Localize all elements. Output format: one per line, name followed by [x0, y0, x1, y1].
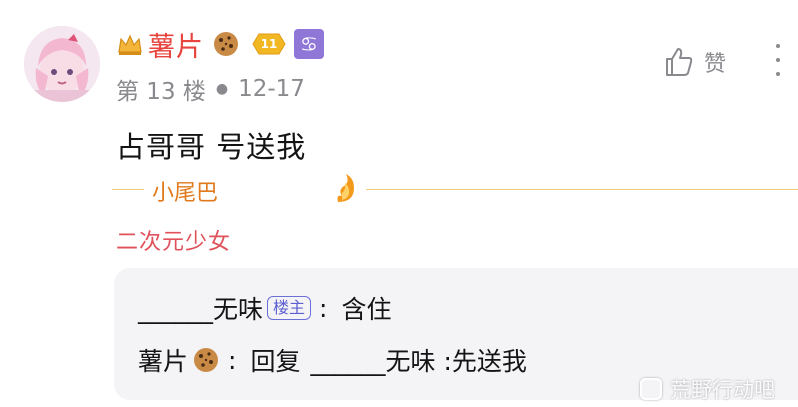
post-content: 占哥哥 号送我	[116, 130, 307, 164]
level-badge: 11	[252, 33, 286, 55]
more-options-icon[interactable]	[773, 44, 783, 82]
reply-text: 含住	[341, 295, 392, 324]
floor-number: 第 13 楼	[116, 79, 206, 105]
separator-dot: ●	[215, 81, 229, 97]
level-number: 11	[260, 37, 278, 51]
cookie-icon	[194, 348, 219, 372]
user-name-row: 薯片 11 ♋	[116, 25, 324, 64]
cookie-icon	[214, 32, 238, 56]
reply-colon: :	[319, 293, 328, 323]
reply-prefix: 回复	[250, 347, 301, 376]
watermark: 荒野行动吧	[640, 374, 775, 404]
like-button[interactable]: 赞	[664, 46, 726, 78]
reply-author[interactable]: 薯片	[138, 342, 188, 378]
reply-item[interactable]: 薯片 : 回复 ______无味 :先送我	[138, 342, 527, 378]
thumbs-up-icon	[666, 48, 693, 76]
tieba-logo-icon	[640, 378, 662, 400]
reply-author[interactable]: ______无味	[138, 290, 263, 326]
crown-icon	[118, 34, 142, 55]
zodiac-cancer-icon: ♋	[294, 29, 324, 59]
flame-tail-icon	[337, 174, 354, 202]
username[interactable]: 薯片	[148, 25, 204, 64]
divider-line-left	[112, 189, 144, 190]
avatar[interactable]	[24, 26, 100, 102]
reply-item[interactable]: ______无味 楼主 : 含住	[138, 290, 391, 326]
reply-text: :先送我	[443, 347, 527, 376]
tail-label: 小尾巴	[152, 181, 219, 206]
like-label: 赞	[704, 52, 727, 77]
watermark-text: 荒野行动吧	[670, 378, 775, 402]
post-date: 12-17	[238, 76, 305, 102]
reply-target[interactable]: ______无味	[310, 342, 435, 378]
reply-colon: :	[228, 345, 237, 375]
post-meta: 第 13 楼 ● 12-17	[116, 72, 305, 106]
divider-line-right	[366, 189, 798, 190]
op-badge: 楼主	[267, 296, 312, 320]
tail-divider: 小尾巴	[112, 172, 798, 206]
user-signature: 二次元少女	[116, 230, 232, 255]
